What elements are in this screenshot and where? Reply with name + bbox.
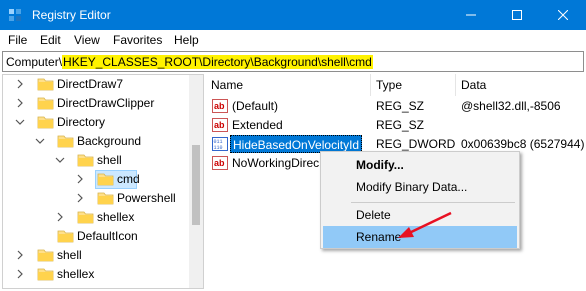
folder-icon (37, 78, 54, 91)
menu-favorites[interactable]: Favorites (113, 33, 162, 47)
value-name: NoWorkingDirec (232, 156, 320, 170)
tree-item[interactable]: DirectDraw7 (3, 75, 189, 94)
chevron-down-icon[interactable] (15, 117, 25, 127)
address-prefix: Computer\ (6, 55, 63, 69)
tree-scrollbar[interactable] (189, 75, 203, 288)
string-value-icon: ab (212, 156, 228, 170)
menu-item-modify[interactable]: Modify... (323, 154, 517, 176)
menu-help[interactable]: Help (174, 33, 199, 47)
value-type: REG_SZ (376, 118, 425, 132)
tree-item-label: Background (77, 134, 142, 148)
folder-icon (37, 249, 54, 262)
menu-item-delete-label: Delete (356, 208, 391, 222)
chevron-right-icon[interactable] (15, 98, 25, 108)
menu-bar: File Edit View Favorites Help (0, 30, 586, 50)
svg-text:ab: ab (214, 101, 225, 111)
folder-icon (57, 230, 74, 243)
menu-view[interactable]: View (74, 33, 100, 47)
menu-item-modify-binary[interactable]: Modify Binary Data... (323, 176, 517, 198)
value-type: REG_DWORD (376, 137, 456, 151)
folder-icon (77, 154, 94, 167)
menu-separator (351, 202, 515, 203)
folder-icon (37, 268, 54, 281)
tree-item-label: shell (97, 153, 122, 167)
value-name: (Default) (232, 99, 279, 113)
tree-item-label: Powershell (117, 191, 176, 205)
tree-item-label: shellex (97, 210, 135, 224)
table-row[interactable]: ab Extended REG_SZ (206, 116, 584, 135)
maximize-icon (512, 10, 522, 20)
folder-icon (37, 97, 54, 110)
value-type: REG_SZ (376, 99, 425, 113)
chevron-down-icon[interactable] (55, 155, 65, 165)
close-icon (558, 10, 568, 20)
tree-item-label: shell (57, 248, 82, 262)
chevron-right-icon[interactable] (75, 174, 85, 184)
svg-text:ab: ab (214, 158, 225, 168)
tree-item[interactable]: shellex (3, 208, 189, 227)
tree-item-label: DirectDraw7 (57, 77, 124, 91)
folder-icon (77, 211, 94, 224)
chevron-right-icon[interactable] (55, 212, 65, 222)
scrollbar-thumb[interactable] (192, 145, 200, 225)
minimize-button[interactable] (448, 0, 494, 30)
key-tree[interactable]: DirectDraw7 DirectDrawClipper Directory Bac… (2, 74, 204, 289)
address-path: Computer\HKEY_CLASSES_ROOT\Directory\Bac… (6, 55, 373, 69)
tree-item[interactable]: cmd (3, 170, 189, 189)
menu-file[interactable]: File (8, 33, 27, 47)
address-bar[interactable]: Computer\HKEY_CLASSES_ROOT\Directory\Bac… (2, 51, 584, 72)
binary-value-icon: 011 110 (212, 137, 228, 151)
chevron-down-icon[interactable] (35, 136, 45, 146)
string-value-icon: ab (212, 99, 228, 113)
folder-icon (57, 135, 74, 148)
tree-item[interactable]: DefaultIcon (3, 227, 189, 246)
svg-text:ab: ab (214, 120, 225, 130)
chevron-right-icon[interactable] (15, 269, 25, 279)
maximize-button[interactable] (494, 0, 540, 30)
chevron-right-icon[interactable] (75, 193, 85, 203)
tree-item[interactable]: shell (3, 151, 189, 170)
tree-item[interactable]: DirectDrawClipper (3, 94, 189, 113)
address-highlighted-path: HKEY_CLASSES_ROOT\Directory\Background\s… (62, 55, 373, 69)
svg-text:110: 110 (214, 145, 223, 151)
tree-item-label: shellex (57, 267, 95, 281)
window-title: Registry Editor (32, 8, 111, 22)
tree-item[interactable]: shellex (3, 265, 189, 284)
minimize-icon (466, 14, 476, 16)
value-data: @shell32.dll,-8506 (461, 99, 561, 113)
menu-edit[interactable]: Edit (40, 33, 61, 47)
table-row[interactable]: ab (Default) REG_SZ @shell32.dll,-8506 (206, 97, 584, 116)
chevron-right-icon[interactable] (15, 250, 25, 260)
tree-item-label: cmd (117, 172, 140, 186)
folder-icon (97, 173, 114, 186)
close-button[interactable] (540, 0, 586, 30)
registry-editor-icon (9, 9, 21, 21)
title-bar: Registry Editor (0, 0, 586, 30)
tree-item[interactable]: Directory (3, 113, 189, 132)
annotation-arrow-icon (398, 211, 452, 238)
tree-item[interactable]: Powershell (3, 189, 189, 208)
tree-item-label: DirectDrawClipper (57, 96, 155, 110)
column-header-name[interactable]: Name (206, 74, 371, 96)
tree-item[interactable]: shell (3, 246, 189, 265)
folder-icon (97, 192, 114, 205)
tree-item-label: DefaultIcon (77, 229, 138, 243)
tree-item-label: Directory (57, 115, 106, 129)
value-data: 0x00639bc8 (6527944) (461, 137, 585, 151)
column-header-type[interactable]: Type (371, 74, 456, 96)
tree-item[interactable]: Background (3, 132, 189, 151)
value-name: Extended (232, 118, 283, 132)
string-value-icon: ab (212, 118, 228, 132)
menu-item-modify-binary-label: Modify Binary Data... (356, 180, 468, 194)
folder-icon (37, 116, 54, 129)
column-header-data[interactable]: Data (456, 74, 584, 96)
menu-item-modify-label: Modify... (356, 158, 404, 172)
chevron-right-icon[interactable] (15, 79, 25, 89)
